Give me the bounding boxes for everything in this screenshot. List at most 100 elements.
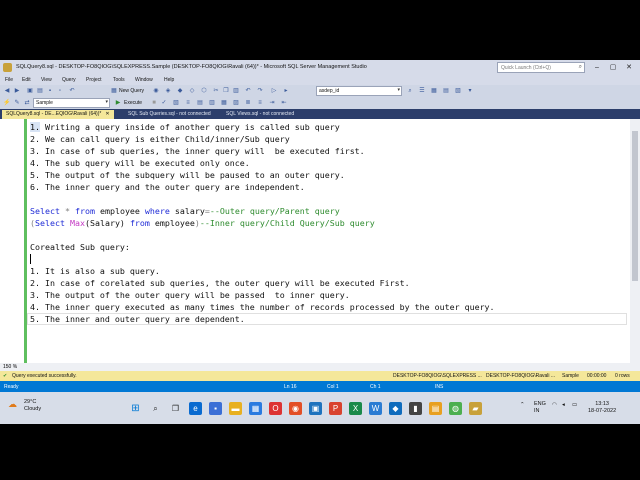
- quick-launch-input[interactable]: Quick Launch (Ctrl+Q) ⌕: [497, 62, 585, 73]
- dmx-query-icon[interactable]: ◇: [188, 87, 196, 95]
- find-combo[interactable]: asdep_id ▾: [316, 86, 402, 96]
- paste-icon[interactable]: ▥: [232, 87, 240, 95]
- system-clock[interactable]: 13:13 18-07-2022: [588, 401, 616, 415]
- code-area[interactable]: 1. Writing a query inside of another que…: [30, 121, 495, 324]
- redo-icon[interactable]: ↷: [256, 87, 264, 95]
- excel-icon[interactable]: X: [349, 402, 362, 415]
- ssms-taskbar-icon[interactable]: ▰: [469, 402, 482, 415]
- text-cursor: [30, 254, 31, 264]
- indent-icon[interactable]: ⇥: [268, 99, 276, 107]
- change-connection-icon[interactable]: ⇄: [23, 99, 31, 107]
- comment-icon[interactable]: ≣: [244, 99, 252, 107]
- weather-condition: Cloudy: [24, 406, 42, 412]
- uncomment-icon[interactable]: ≡: [256, 99, 264, 107]
- menu-edit[interactable]: Edit: [22, 77, 31, 83]
- undo-icon[interactable]: ↶: [68, 87, 76, 95]
- outdent-icon[interactable]: ⇤: [280, 99, 288, 107]
- user-name: DESKTOP-FO8QIOG\Ravali ...: [486, 373, 556, 379]
- undo2-icon[interactable]: ↶: [244, 87, 252, 95]
- maximize-button[interactable]: ▢: [606, 62, 620, 73]
- tab-sqlquery8[interactable]: SQLQuery8.sql - DE...EQIOG\Ravali (64))*…: [2, 110, 114, 119]
- powerpoint-icon[interactable]: P: [329, 402, 342, 415]
- query-editor[interactable]: 1. Writing a query inside of another que…: [0, 119, 630, 392]
- chrome-icon[interactable]: ◉: [289, 402, 302, 415]
- battery-icon[interactable]: ▭: [572, 402, 577, 408]
- results-file-icon[interactable]: ▨: [232, 99, 240, 107]
- minimize-button[interactable]: –: [590, 62, 604, 73]
- solution-icon[interactable]: ▸: [282, 87, 290, 95]
- horizontal-scrollbar[interactable]: 150 %: [0, 363, 640, 371]
- forward-icon[interactable]: ▶: [13, 87, 21, 95]
- volume-icon[interactable]: ◂: [562, 402, 565, 408]
- language-indicator[interactable]: ENG IN: [534, 401, 546, 415]
- results-grid-icon[interactable]: ▦: [220, 99, 228, 107]
- task-view-icon[interactable]: ❐: [169, 402, 182, 415]
- copy-icon[interactable]: ❐: [222, 87, 230, 95]
- menu-tools[interactable]: Tools: [113, 77, 125, 83]
- menu-file[interactable]: File: [5, 77, 13, 83]
- execute-button[interactable]: Execute: [124, 100, 142, 106]
- menu-window[interactable]: Window: [135, 77, 153, 83]
- vertical-scrollbar[interactable]: [630, 119, 640, 392]
- object-explorer-icon[interactable]: ▤: [442, 87, 450, 95]
- intellisense-icon[interactable]: ≡: [184, 99, 192, 107]
- chrome2-icon[interactable]: ◍: [449, 402, 462, 415]
- ssms-logo-icon: [3, 63, 12, 72]
- teams-icon[interactable]: ▪: [209, 402, 222, 415]
- comment: --Inner query/Child Query/Sub query: [199, 218, 375, 228]
- open-file-icon[interactable]: ▤: [36, 87, 44, 95]
- close-icon[interactable]: ✕: [105, 111, 109, 117]
- search-icon[interactable]: ⌕: [149, 402, 162, 415]
- cut-icon[interactable]: ✂: [212, 87, 220, 95]
- tab-sql-views[interactable]: SQL Views.sql - not connected: [222, 110, 298, 119]
- code-line: 3. In case of sub queries, the inner que…: [30, 146, 365, 156]
- office-icon[interactable]: O: [269, 402, 282, 415]
- line-number: 1.: [30, 122, 40, 132]
- toolbox-icon[interactable]: ▦: [430, 87, 438, 95]
- store-icon[interactable]: ▦: [249, 402, 262, 415]
- new-project-icon[interactable]: ▣: [26, 87, 34, 95]
- options-icon[interactable]: ▾: [466, 87, 474, 95]
- database-select[interactable]: Sample ▾: [33, 98, 110, 108]
- database-engine-query-icon[interactable]: ◉: [152, 87, 160, 95]
- query-options-icon[interactable]: ▤: [196, 99, 204, 107]
- zoom-level[interactable]: 150 %: [3, 364, 17, 370]
- word-icon[interactable]: W: [369, 402, 382, 415]
- results-text-icon[interactable]: ▥: [208, 99, 216, 107]
- menu-help[interactable]: Help: [164, 77, 174, 83]
- save-all-icon[interactable]: ▫: [56, 87, 64, 95]
- tray-chevron-icon[interactable]: ⌃: [520, 402, 525, 408]
- windows-start-icon[interactable]: ⊞: [129, 402, 142, 415]
- xmla-query-icon[interactable]: ⬡: [200, 87, 208, 95]
- identifier: salary: [169, 206, 205, 216]
- close-button[interactable]: ✕: [622, 62, 636, 73]
- properties-icon[interactable]: ☰: [418, 87, 426, 95]
- scrollbar-thumb[interactable]: [632, 131, 638, 281]
- file-explorer-icon[interactable]: ▬: [229, 402, 242, 415]
- parse-icon[interactable]: ✓: [160, 99, 168, 107]
- notes-icon[interactable]: ▤: [429, 402, 442, 415]
- disconnect-icon[interactable]: ✎: [13, 99, 21, 107]
- find-icon[interactable]: ⌕: [406, 87, 414, 95]
- connect-icon[interactable]: ⚡: [3, 99, 11, 107]
- execute-icon[interactable]: ▶: [114, 99, 122, 107]
- stop-icon[interactable]: ■: [150, 99, 158, 107]
- terminal-icon[interactable]: ▮: [409, 402, 422, 415]
- debug-icon[interactable]: ▷: [270, 87, 278, 95]
- template-icon[interactable]: ▧: [454, 87, 462, 95]
- tab-sql-sub-queries[interactable]: SQL Sub Queries.sql - not connected: [124, 110, 215, 119]
- edge-icon[interactable]: e: [189, 402, 202, 415]
- new-query-button[interactable]: New Query: [119, 88, 144, 94]
- back-icon[interactable]: ◀: [3, 87, 11, 95]
- vscode-icon[interactable]: ◆: [389, 402, 402, 415]
- menu-project[interactable]: Project: [86, 77, 102, 83]
- new-query-icon[interactable]: ▦: [110, 87, 118, 95]
- estimated-plan-icon[interactable]: ▧: [172, 99, 180, 107]
- app-icon[interactable]: ▣: [309, 402, 322, 415]
- menu-query[interactable]: Query: [62, 77, 76, 83]
- wifi-icon[interactable]: ◠: [552, 402, 557, 408]
- mdx-query-icon[interactable]: ◆: [176, 87, 184, 95]
- analysis-query-icon[interactable]: ◈: [164, 87, 172, 95]
- menu-view[interactable]: View: [41, 77, 52, 83]
- save-icon[interactable]: ▪: [46, 87, 54, 95]
